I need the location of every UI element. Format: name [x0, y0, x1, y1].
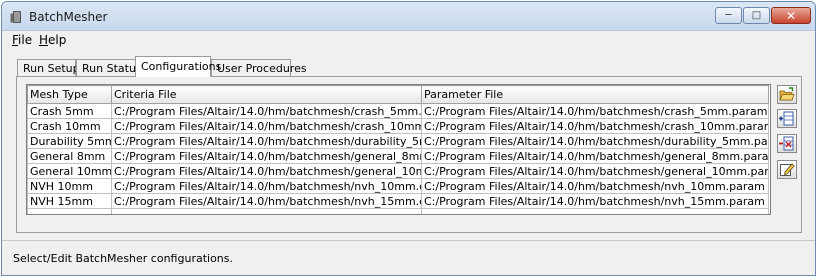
tab-run-status[interactable]: Run Status [76, 59, 142, 76]
remove-row-button[interactable] [777, 134, 797, 153]
tab-run-setup[interactable]: Run Setup [17, 59, 80, 76]
open-folder-icon [779, 87, 795, 101]
configurations-table[interactable]: Mesh Type Criteria File Parameter File C… [26, 84, 771, 215]
cell-mesh-type[interactable]: General 10mm [27, 163, 112, 179]
minimize-icon: ─ [725, 9, 732, 21]
edit-button[interactable] [777, 160, 797, 179]
minimize-button[interactable]: ─ [715, 7, 742, 24]
cell-mesh-type[interactable]: Crash 5mm [27, 103, 112, 119]
cell-parameter-file[interactable]: C:/Program Files/Altair/14.0/hm/batchmes… [421, 148, 769, 164]
table-row-empty [27, 208, 769, 214]
cell-criteria-file[interactable]: C:/Program Files/Altair/14.0/hm/batchmes… [111, 178, 422, 194]
column-header-parameter-file[interactable]: Parameter File [421, 85, 769, 104]
cell-mesh-type[interactable]: General 8mm [27, 148, 112, 164]
batchmesher-window: BatchMesher ─ □ ✕ File Help Run Setup Ru… [1, 1, 816, 276]
remove-row-icon [779, 136, 794, 151]
open-folder-button[interactable] [777, 85, 797, 104]
window-title: BatchMesher [29, 10, 108, 24]
cell-criteria-file[interactable]: C:/Program Files/Altair/14.0/hm/batchmes… [111, 163, 422, 179]
table-row[interactable]: General 10mm C:/Program Files/Altair/14.… [27, 163, 769, 179]
maximize-icon: □ [751, 9, 762, 21]
add-row-button[interactable] [777, 109, 797, 128]
table-row[interactable]: Durability 5mm C:/Program Files/Altair/1… [27, 133, 769, 149]
menu-help[interactable]: Help [39, 33, 66, 47]
edit-icon [780, 163, 795, 176]
cell-mesh-type[interactable]: Crash 10mm [27, 118, 112, 134]
table-row[interactable]: Crash 10mm C:/Program Files/Altair/14.0/… [27, 118, 769, 134]
menu-file[interactable]: File [12, 33, 32, 47]
table-row[interactable]: NVH 10mm C:/Program Files/Altair/14.0/hm… [27, 178, 769, 194]
cell-mesh-type[interactable]: Durability 5mm [27, 133, 112, 149]
status-text: Select/Edit BatchMesher configurations. [13, 252, 233, 265]
column-header-criteria-file[interactable]: Criteria File [111, 85, 422, 104]
column-header-mesh-type[interactable]: Mesh Type [27, 85, 112, 104]
cell-parameter-file[interactable]: C:/Program Files/Altair/14.0/hm/batchmes… [421, 133, 769, 149]
maximize-button[interactable]: □ [743, 7, 770, 24]
cell-parameter-file[interactable]: C:/Program Files/Altair/14.0/hm/batchmes… [421, 163, 769, 179]
table-row[interactable]: Crash 5mm C:/Program Files/Altair/14.0/h… [27, 103, 769, 119]
cell-criteria-file[interactable]: C:/Program Files/Altair/14.0/hm/batchmes… [111, 193, 422, 209]
table-row[interactable]: NVH 15mm C:/Program Files/Altair/14.0/hm… [27, 193, 769, 209]
cell-parameter-file[interactable]: C:/Program Files/Altair/14.0/hm/batchmes… [421, 193, 769, 209]
status-bar: Select/Edit BatchMesher configurations. [2, 240, 815, 275]
add-row-icon [779, 111, 794, 126]
cell-criteria-file[interactable]: C:/Program Files/Altair/14.0/hm/batchmes… [111, 133, 422, 149]
tab-user-procedures[interactable]: User Procedures [211, 59, 307, 76]
app-icon [10, 11, 21, 23]
configurations-panel: Mesh Type Criteria File Parameter File C… [16, 76, 802, 233]
title-bar[interactable]: BatchMesher ─ □ ✕ [2, 2, 815, 31]
table-row[interactable]: General 8mm C:/Program Files/Altair/14.0… [27, 148, 769, 164]
cell-parameter-file[interactable]: C:/Program Files/Altair/14.0/hm/batchmes… [421, 103, 769, 119]
cell-parameter-file[interactable]: C:/Program Files/Altair/14.0/hm/batchmes… [421, 118, 769, 134]
tab-configurations[interactable]: Configurations [135, 56, 221, 77]
menu-bar: File Help [2, 31, 815, 49]
close-icon: ✕ [785, 8, 797, 23]
cell-mesh-type[interactable]: NVH 10mm [27, 178, 112, 194]
close-button[interactable]: ✕ [771, 7, 811, 24]
cell-parameter-file[interactable]: C:/Program Files/Altair/14.0/hm/batchmes… [421, 178, 769, 194]
cell-criteria-file[interactable]: C:/Program Files/Altair/14.0/hm/batchmes… [111, 148, 422, 164]
cell-criteria-file[interactable]: C:/Program Files/Altair/14.0/hm/batchmes… [111, 103, 422, 119]
cell-mesh-type[interactable]: NVH 15mm [27, 193, 112, 209]
cell-criteria-file[interactable]: C:/Program Files/Altair/14.0/hm/batchmes… [111, 118, 422, 134]
